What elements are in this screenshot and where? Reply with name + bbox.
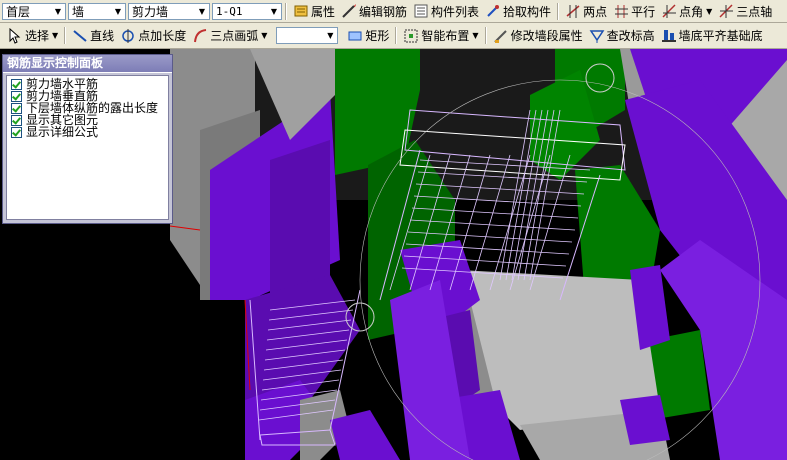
three-point-axis-button[interactable]: 三点轴	[715, 1, 775, 21]
chevron-down-icon: ▼	[198, 6, 206, 16]
type-select-value: 墙	[72, 4, 85, 19]
point-length-button[interactable]: 点加长度	[117, 26, 189, 46]
smart-layout-label: 智能布置	[421, 29, 470, 43]
properties-button[interactable]: 属性	[290, 1, 338, 21]
separator	[557, 2, 560, 20]
line-icon	[72, 28, 88, 44]
line-label: 直线	[90, 29, 115, 43]
subtype-select-value: 剪力墙	[132, 4, 169, 19]
checkbox-label: 显示详细公式	[26, 125, 99, 139]
align-base-label: 墙底平齐基础底	[678, 29, 763, 43]
align-base-button[interactable]: 墙底平齐基础底	[658, 26, 766, 46]
smart-layout-icon	[403, 28, 419, 44]
parallel-axis-icon	[613, 3, 629, 19]
three-point-axis-label: 三点轴	[736, 4, 773, 19]
subtype-select[interactable]: 剪力墙 ▼	[128, 2, 210, 20]
separator	[285, 2, 287, 20]
check-elevation-icon	[589, 28, 605, 44]
two-point-label: 两点	[583, 4, 608, 19]
rectangle-icon	[347, 28, 363, 44]
modify-segment-button[interactable]: 修改墙段属性	[490, 26, 586, 46]
checkbox[interactable]	[11, 78, 22, 90]
floor-select-value: 首层	[6, 4, 31, 19]
element-list-label: 构件列表	[431, 4, 480, 19]
chevron-down-icon[interactable]: ▼	[472, 31, 478, 40]
properties-label: 属性	[311, 4, 336, 19]
point-angle-button[interactable]: 点角 ▼	[658, 1, 715, 21]
pick-icon	[485, 3, 501, 19]
two-point-button[interactable]: 两点	[562, 1, 610, 21]
list-icon	[413, 3, 429, 19]
point-angle-icon	[661, 3, 677, 19]
point-angle-label: 点角	[679, 4, 704, 19]
chevron-down-icon: ▼	[54, 6, 62, 16]
check-elevation-label: 查改标高	[606, 29, 655, 43]
separator	[64, 27, 67, 44]
pick-element-label: 拾取构件	[503, 4, 552, 19]
properties-icon	[293, 3, 309, 19]
separator	[484, 27, 487, 44]
three-point-axis-icon	[718, 3, 734, 19]
chevron-down-icon: ▼	[327, 31, 334, 40]
edit-rebar-button[interactable]: 编辑钢筋	[338, 1, 410, 21]
arc-param-select[interactable]: ▼	[276, 27, 339, 44]
wall-face	[270, 140, 330, 300]
checkbox[interactable]	[11, 90, 22, 102]
element-select[interactable]: 1-Q1 ▼	[212, 2, 282, 20]
smart-layout-button[interactable]: 智能布置 ▼	[400, 26, 481, 46]
cursor-icon	[7, 27, 23, 44]
chevron-down-icon[interactable]: ▼	[52, 31, 58, 40]
rectangle-label: 矩形	[365, 29, 390, 43]
separator	[395, 27, 398, 44]
checkbox[interactable]	[11, 114, 22, 126]
check-elevation-button[interactable]: 查改标高	[586, 26, 658, 46]
parallel-label: 平行	[631, 4, 656, 19]
line-button[interactable]: 直线	[69, 26, 117, 46]
chevron-down-icon: ▼	[114, 6, 122, 16]
checkbox[interactable]	[11, 102, 22, 114]
parallel-button[interactable]: 平行	[610, 1, 658, 21]
checkbox[interactable]	[11, 126, 22, 138]
main-toolbar: 首层 ▼ 墙 ▼ 剪力墙 ▼ 1-Q1 ▼ 属性 编辑钢筋 构件列表 拾取构件 …	[0, 0, 787, 23]
panel-title: 钢筋显示控制面板	[3, 55, 172, 73]
chevron-down-icon[interactable]: ▼	[706, 7, 712, 16]
three-point-arc-label: 三点画弧	[210, 29, 259, 43]
align-base-icon	[661, 28, 677, 44]
element-select-value: 1-Q1	[216, 4, 243, 18]
draw-toolbar: 选择 ▼ 直线 点加长度 三点画弧 ▼ ▼ 矩形 智能布置 ▼ 修改墙段属性 查…	[0, 23, 787, 49]
element-list-button[interactable]: 构件列表	[410, 1, 482, 21]
modify-segment-label: 修改墙段属性	[510, 29, 583, 43]
edit-rebar-icon	[341, 3, 357, 19]
type-select[interactable]: 墙 ▼	[68, 2, 126, 20]
rebar-display-panel: 钢筋显示控制面板 剪力墙水平筋 剪力墙垂直筋 下层墙体纵筋的露出长度 显示其它图…	[2, 54, 173, 224]
select-button[interactable]: 选择 ▼	[4, 26, 61, 46]
edit-rebar-label: 编辑钢筋	[359, 4, 408, 19]
chevron-down-icon[interactable]: ▼	[261, 31, 267, 40]
panel-body: 剪力墙水平筋 剪力墙垂直筋 下层墙体纵筋的露出长度 显示其它图元 显示详细公式	[6, 75, 169, 220]
chevron-down-icon: ▼	[270, 6, 278, 16]
rectangle-button[interactable]: 矩形	[344, 26, 392, 46]
arc-icon	[192, 28, 208, 44]
checkbox-show-formula[interactable]: 显示详细公式	[11, 126, 168, 138]
floor-select[interactable]: 首层 ▼	[2, 2, 66, 20]
point-length-icon	[120, 28, 136, 44]
modify-segment-icon	[493, 28, 509, 44]
three-point-arc-button[interactable]: 三点画弧 ▼	[189, 26, 270, 46]
wall-face	[330, 410, 400, 460]
point-length-label: 点加长度	[138, 29, 187, 43]
select-label: 选择	[25, 29, 50, 43]
pick-element-button[interactable]: 拾取构件	[482, 1, 554, 21]
two-point-axis-icon	[565, 3, 581, 19]
